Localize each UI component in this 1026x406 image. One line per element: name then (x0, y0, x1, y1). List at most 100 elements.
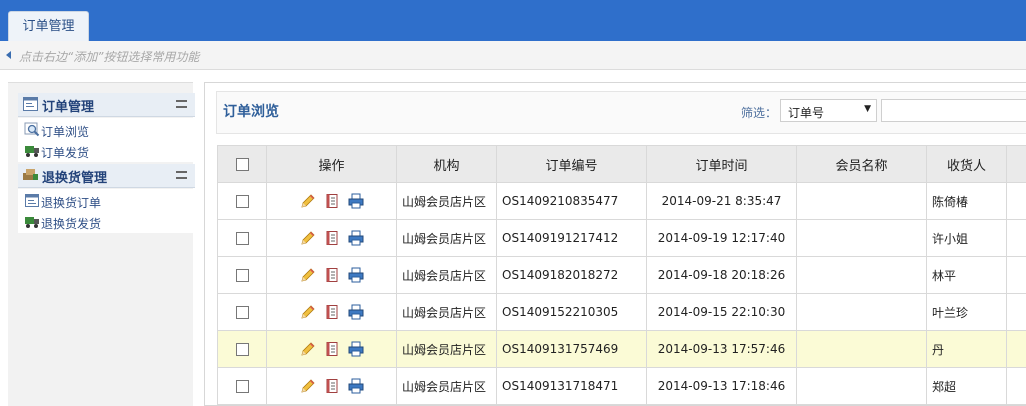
cell-org: 山姆会员店片区 (396, 330, 497, 368)
table-row[interactable]: 山姆会员店片区 OS1409131757469 2014-09-13 17:57:4… (217, 330, 1026, 368)
detail-book-icon[interactable] (324, 193, 340, 209)
edit-pencil-icon[interactable] (300, 341, 316, 357)
cell-order-time: 2014-09-13 17:57:46 (646, 330, 797, 368)
cell-receiver: 许小姐 (926, 219, 1007, 257)
sidebar-item-label: 订单浏览 (41, 125, 90, 139)
edit-pencil-icon[interactable] (300, 230, 316, 246)
cell-order-no: OS1409131757469 (496, 330, 647, 368)
detail-book-icon[interactable] (324, 267, 340, 283)
edit-pencil-icon[interactable] (300, 267, 316, 283)
cell-order-no: OS1409191217412 (496, 219, 647, 257)
table-row[interactable]: 山姆会员店片区 OS1409182018272 2014-09-18 20:18:2… (217, 256, 1026, 294)
cell-receiver: 林平 (926, 256, 1007, 294)
column-header-order-time[interactable]: 订单时间 (646, 145, 797, 183)
cell-member (796, 293, 927, 331)
cell-org: 山姆会员店片区 (396, 293, 497, 331)
cell-order-time: 2014-09-15 22:10:30 (646, 293, 797, 331)
print-icon[interactable] (348, 267, 364, 283)
row-actions-cell (266, 256, 397, 294)
edit-pencil-icon[interactable] (300, 304, 316, 320)
cell-member (796, 367, 927, 405)
edit-pencil-icon[interactable] (300, 378, 316, 394)
cell-overflow (1006, 219, 1026, 257)
print-icon[interactable] (348, 304, 364, 320)
dropdown-arrow-icon: ▼ (864, 104, 871, 114)
detail-book-icon[interactable] (324, 341, 340, 357)
row-checkbox[interactable] (235, 380, 249, 393)
cell-org: 山姆会员店片区 (396, 182, 497, 220)
cell-order-time: 2014-09-21 8:35:47 (646, 182, 797, 220)
sidebar-group-items: 订单浏览 订单发货 (18, 118, 195, 162)
edit-pencil-icon[interactable] (300, 193, 316, 209)
cell-order-no: OS1409131718471 (496, 367, 647, 405)
row-actions-cell (266, 330, 397, 368)
detail-book-icon[interactable] (324, 304, 340, 320)
row-actions-cell (266, 367, 397, 405)
column-header-receiver[interactable]: 收货人 (926, 145, 1007, 183)
row-select-cell (217, 256, 267, 294)
row-checkbox[interactable] (235, 343, 249, 356)
main-content: 订单浏览 筛选： 订单号 ▼ 操作 机构 订单编号 订单时间 会员名称 收货人 … (205, 83, 1026, 406)
collapse-icon[interactable] (176, 100, 187, 108)
row-select-cell (217, 293, 267, 331)
table-row[interactable]: 山姆会员店片区 OS1409191217412 2014-09-19 12:17:4… (217, 219, 1026, 257)
row-actions-cell (266, 219, 397, 257)
row-actions-cell (266, 182, 397, 220)
sidebar-item-order-ship[interactable]: 订单发货 (24, 142, 184, 160)
detail-book-icon[interactable] (324, 230, 340, 246)
hint-bar: 点击右边“添加”按钮选择常用功能 (0, 41, 1026, 70)
tab-order-management[interactable]: 订单管理 (8, 11, 89, 41)
cell-org: 山姆会员店片区 (396, 367, 497, 405)
select-all-cell (217, 145, 267, 183)
return-goods-icon (23, 169, 38, 180)
row-select-cell (217, 182, 267, 220)
row-checkbox[interactable] (235, 195, 249, 208)
print-icon[interactable] (348, 230, 364, 246)
row-checkbox[interactable] (235, 306, 249, 319)
orders-table: 操作 机构 订单编号 订单时间 会员名称 收货人 山姆会员店片区 OS140921… (217, 145, 1026, 405)
sidebar: 订单管理 订单浏览 订单发货 退换货管理 退换货订单 退换货发货 (8, 82, 195, 406)
cell-overflow (1006, 293, 1026, 331)
print-icon[interactable] (348, 341, 364, 357)
sidebar-group-return-management[interactable]: 退换货管理 (18, 164, 195, 188)
select-all-checkbox[interactable] (235, 157, 249, 171)
truck-icon (25, 217, 39, 228)
table-row[interactable]: 山姆会员店片区 OS1409210835477 2014-09-21 8:35:47… (217, 182, 1026, 220)
sidebar-item-return-ship[interactable]: 退换货发货 (24, 213, 184, 231)
table-row[interactable]: 山姆会员店片区 OS1409152210305 2014-09-15 22:10:3… (217, 293, 1026, 331)
sidebar-item-return-orders[interactable]: 退换货订单 (24, 192, 184, 210)
cell-member (796, 256, 927, 294)
page-title: 订单浏览 (223, 104, 279, 120)
column-header-actions: 操作 (266, 145, 397, 183)
sidebar-group-items: 退换货订单 退换货发货 (18, 189, 195, 233)
filter-field-select[interactable]: 订单号 ▼ (780, 99, 877, 122)
cell-overflow (1006, 182, 1026, 220)
print-icon[interactable] (348, 193, 364, 209)
cell-org: 山姆会员店片区 (396, 256, 497, 294)
cell-receiver: 丹 (926, 330, 1007, 368)
cell-member (796, 182, 927, 220)
truck-icon (25, 146, 39, 157)
row-checkbox[interactable] (235, 232, 249, 245)
column-header-org[interactable]: 机构 (396, 145, 497, 183)
cell-overflow (1006, 367, 1026, 405)
column-header-order-no[interactable]: 订单编号 (496, 145, 647, 183)
sidebar-item-order-browse[interactable]: 订单浏览 (24, 121, 184, 139)
table-row[interactable]: 山姆会员店片区 OS1409131718471 2014-09-13 17:18:4… (217, 367, 1026, 405)
sidebar-item-label: 订单发货 (41, 146, 90, 160)
cell-overflow (1006, 256, 1026, 294)
collapse-arrow-icon[interactable] (6, 51, 11, 59)
column-header-member[interactable]: 会员名称 (796, 145, 927, 183)
panel-header: 订单浏览 筛选： 订单号 ▼ (216, 91, 1026, 134)
row-checkbox[interactable] (235, 269, 249, 282)
print-icon[interactable] (348, 378, 364, 394)
order-window-icon (25, 194, 39, 207)
sidebar-item-label: 退换货订单 (41, 196, 102, 210)
sidebar-group-order-management[interactable]: 订单管理 (18, 93, 195, 117)
cell-member (796, 330, 927, 368)
cell-order-no: OS1409182018272 (496, 256, 647, 294)
filter-search-input[interactable] (881, 99, 1026, 122)
detail-book-icon[interactable] (324, 378, 340, 394)
collapse-icon[interactable] (176, 171, 187, 179)
cell-order-no: OS1409210835477 (496, 182, 647, 220)
